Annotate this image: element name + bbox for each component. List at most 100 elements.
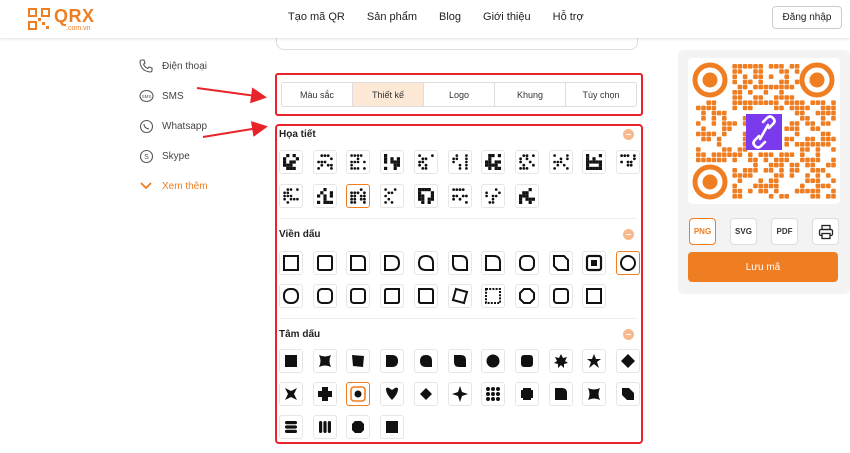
eye-ball-option[interactable] — [447, 382, 472, 406]
pattern-option[interactable] — [447, 184, 472, 208]
collapse-pattern-icon[interactable] — [623, 129, 634, 140]
eye-ball-option[interactable] — [413, 349, 438, 373]
pattern-option[interactable] — [380, 184, 405, 208]
eye-ball-option[interactable] — [481, 349, 506, 373]
eye-ball-option[interactable] — [380, 382, 405, 406]
see-more-link[interactable]: Xem thêm — [138, 178, 208, 194]
eye-frame-option[interactable] — [279, 284, 303, 308]
save-code-button[interactable]: Lưu mã — [688, 252, 838, 282]
brand-logo[interactable]: QRX .com.vn — [28, 6, 95, 32]
eye-frame-option[interactable] — [548, 284, 573, 308]
format-pdf-button[interactable]: PDF — [771, 218, 798, 245]
eye-ball-option[interactable] — [380, 415, 405, 439]
eye-ball-option[interactable] — [447, 349, 472, 373]
nav-about[interactable]: Giới thiệu — [483, 11, 531, 23]
eye-ball-option[interactable] — [312, 349, 337, 373]
pattern-option[interactable] — [413, 184, 438, 208]
sidebar-item-whatsapp[interactable]: Whatsapp — [138, 118, 207, 134]
eye-ball-option[interactable] — [346, 415, 371, 439]
tab-logo[interactable]: Logo — [424, 83, 495, 106]
eye-ball-option[interactable] — [582, 349, 607, 373]
eye-ball-option[interactable] — [346, 382, 371, 406]
pattern-option[interactable] — [447, 150, 472, 174]
svg-text:S: S — [144, 154, 149, 161]
qr-code-image — [692, 62, 836, 200]
chevron-down-icon — [138, 178, 154, 194]
format-png-button[interactable]: PNG — [689, 218, 716, 245]
pattern-option[interactable] — [346, 150, 371, 174]
eye-ball-option[interactable] — [548, 382, 573, 406]
pattern-option[interactable] — [279, 150, 303, 174]
print-button[interactable] — [812, 218, 839, 245]
eye-frame-option[interactable] — [346, 251, 371, 275]
pattern-option[interactable] — [279, 184, 303, 208]
collapse-eye-ball-icon[interactable] — [623, 329, 634, 340]
sidebar-item-phone[interactable]: Điện thoại — [138, 58, 207, 74]
eye-ball-option[interactable] — [616, 349, 640, 373]
pattern-option[interactable] — [312, 184, 337, 208]
tab-colors[interactable]: Màu sắc — [282, 83, 353, 106]
eye-ball-option[interactable] — [514, 349, 539, 373]
eye-frame-option[interactable] — [279, 251, 303, 275]
eye-frame-option[interactable] — [481, 251, 506, 275]
eye-frame-option[interactable] — [346, 284, 371, 308]
pattern-option[interactable] — [413, 150, 438, 174]
eye-frame-option[interactable] — [447, 284, 472, 308]
tab-design[interactable]: Thiết kế — [353, 83, 424, 106]
pattern-option[interactable] — [514, 150, 539, 174]
skype-icon: S — [138, 148, 154, 164]
pattern-option[interactable] — [346, 184, 371, 208]
eye-frame-option[interactable] — [514, 284, 539, 308]
eye-frame-option[interactable] — [481, 284, 506, 308]
eye-frame-option[interactable] — [582, 251, 607, 275]
pattern-option[interactable] — [616, 150, 640, 174]
eye-ball-option[interactable] — [380, 349, 405, 373]
eye-frame-option[interactable] — [582, 284, 607, 308]
top-header: QRX .com.vn Tạo mã QR Sản phẩm Blog Giới… — [0, 0, 850, 38]
format-svg-button[interactable]: SVG — [730, 218, 757, 245]
sidebar-item-sms[interactable]: SMS SMS — [138, 88, 184, 104]
eye-ball-option[interactable] — [279, 415, 303, 439]
arrow-to-tabs — [196, 87, 267, 104]
nav-support[interactable]: Hỗ trợ — [553, 11, 584, 23]
pattern-option[interactable] — [481, 150, 506, 174]
eye-frame-option[interactable] — [413, 284, 438, 308]
eye-ball-option[interactable] — [312, 382, 337, 406]
eye-frame-option[interactable] — [380, 284, 405, 308]
eye-ball-option[interactable] — [346, 349, 371, 373]
eye-frame-option[interactable] — [380, 251, 405, 275]
eye-frame-option[interactable] — [413, 251, 438, 275]
eye-frame-option[interactable] — [616, 251, 640, 275]
sidebar-item-skype[interactable]: S Skype — [138, 148, 190, 164]
qr-code-preview — [688, 58, 840, 204]
tab-frame[interactable]: Khung — [495, 83, 566, 106]
eye-ball-option[interactable] — [279, 382, 303, 406]
eye-ball-option[interactable] — [413, 382, 438, 406]
pattern-option[interactable] — [582, 150, 607, 174]
eye-frame-option[interactable] — [312, 251, 337, 275]
nav-products[interactable]: Sản phẩm — [367, 11, 417, 23]
nav-blog[interactable]: Blog — [439, 11, 461, 23]
eye-frame-option[interactable] — [548, 251, 573, 275]
nav-create-qr[interactable]: Tạo mã QR — [288, 11, 345, 23]
eye-ball-option[interactable] — [279, 349, 303, 373]
eye-ball-option[interactable] — [514, 382, 539, 406]
eye-ball-option[interactable] — [481, 382, 506, 406]
eye-ball-option[interactable] — [616, 382, 640, 406]
input-card-edge — [276, 38, 638, 50]
pattern-option[interactable] — [548, 150, 573, 174]
collapse-eye-frame-icon[interactable] — [623, 229, 634, 240]
pattern-option[interactable] — [380, 150, 405, 174]
eye-frame-option[interactable] — [312, 284, 337, 308]
eye-ball-option[interactable] — [582, 382, 607, 406]
eye-ball-option[interactable] — [312, 415, 337, 439]
eye-ball-option[interactable] — [548, 349, 573, 373]
eye-frame-option[interactable] — [514, 251, 539, 275]
see-more-label: Xem thêm — [162, 180, 208, 192]
pattern-option[interactable] — [481, 184, 506, 208]
tab-options[interactable]: Tùy chọn — [566, 83, 636, 106]
login-button[interactable]: Đăng nhập — [772, 6, 842, 29]
pattern-option[interactable] — [514, 184, 539, 208]
eye-frame-option[interactable] — [447, 251, 472, 275]
pattern-option[interactable] — [312, 150, 337, 174]
